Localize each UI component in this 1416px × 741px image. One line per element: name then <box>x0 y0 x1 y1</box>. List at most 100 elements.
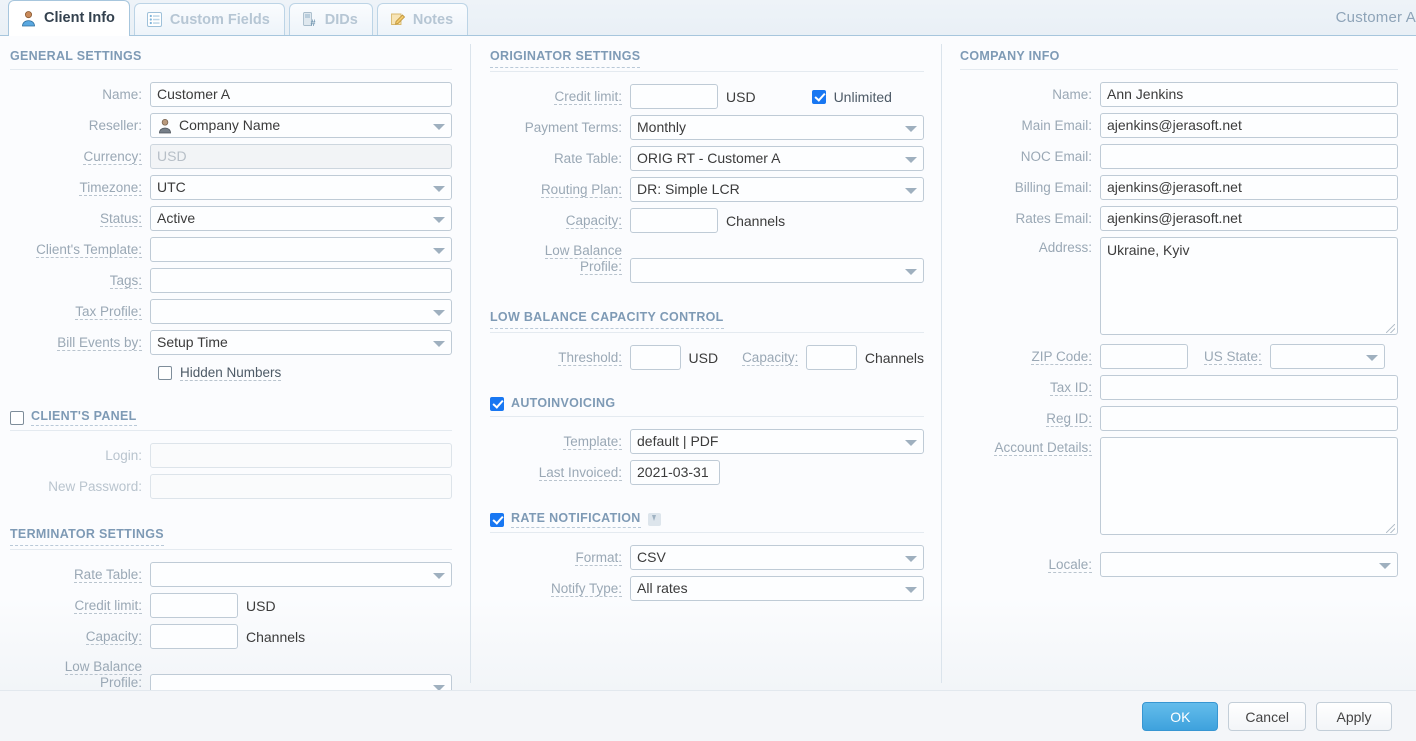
chevron-down-icon <box>433 123 445 130</box>
timezone-select[interactable]: UTC <box>150 175 452 200</box>
rate-notification-checkbox[interactable] <box>490 512 504 527</box>
payment-terms-select[interactable]: Monthly <box>630 115 924 140</box>
field-row-clients-template: Client's Template: <box>10 237 452 262</box>
label-new-password: New Password: <box>48 478 142 494</box>
label-last-invoiced: Last Invoiced: <box>538 464 622 481</box>
cancel-button[interactable]: Cancel <box>1228 702 1306 731</box>
chevron-down-icon <box>1365 354 1378 361</box>
tags-input[interactable] <box>150 268 452 293</box>
chevron-down-icon <box>1379 562 1391 569</box>
hidden-numbers-label: Hidden Numbers <box>180 365 282 381</box>
billing-email-input[interactable]: ajenkins@jerasoft.net <box>1100 175 1398 200</box>
rates-email-input[interactable]: ajenkins@jerasoft.net <box>1100 206 1398 231</box>
apply-button[interactable]: Apply <box>1316 702 1392 731</box>
orig-low-balance-profile-select[interactable] <box>630 258 924 283</box>
ok-button[interactable]: OK <box>1142 702 1219 731</box>
label-routing-plan: Routing Plan: <box>540 181 622 198</box>
section-general-settings: GENERAL SETTINGS <box>10 49 142 63</box>
tab-notes[interactable]: Notes <box>376 3 469 35</box>
section-low-balance-capacity-control: LOW BALANCE CAPACITY CONTROL <box>490 310 724 329</box>
dialog-footer: OK Cancel Apply <box>0 690 1416 741</box>
clients-panel-checkbox[interactable] <box>10 410 24 425</box>
locale-select[interactable] <box>1100 552 1398 577</box>
field-row-name: Name: Customer A <box>10 82 452 107</box>
label-orig-rate-table: Rate Table: <box>553 150 622 166</box>
hidden-numbers-checkbox[interactable] <box>158 366 172 380</box>
reseller-value: Company Name <box>179 117 281 133</box>
term-credit-limit-input[interactable] <box>150 593 238 618</box>
status-select[interactable]: Active <box>150 206 452 231</box>
new-password-input <box>150 474 452 499</box>
label-orig-low-balance-profile: Low Balance Profile: <box>544 243 622 275</box>
label-zip-code: ZIP Code: <box>1031 348 1092 365</box>
field-row-billing-email: Billing Email: ajenkins@jerasoft.net <box>960 175 1398 200</box>
reseller-avatar-icon <box>157 118 173 134</box>
routing-plan-value: DR: Simple LCR <box>637 181 740 197</box>
reg-id-input[interactable] <box>1100 406 1398 431</box>
unlimited-label: Unlimited <box>833 88 892 105</box>
chevron-down-icon <box>433 572 445 579</box>
field-row-status: Status: Active <box>10 206 452 231</box>
orig-capacity-unit: Channels <box>726 212 786 229</box>
routing-plan-select[interactable]: DR: Simple LCR <box>630 177 924 202</box>
field-row-bill-events-by: Bill Events by: Setup Time <box>10 330 452 355</box>
label-status: Status: <box>99 210 142 227</box>
threshold-input[interactable] <box>630 345 681 370</box>
company-name-input[interactable]: Ann Jenkins <box>1100 82 1398 107</box>
login-input <box>150 443 452 468</box>
reseller-select[interactable]: Company Name <box>150 113 452 138</box>
address-textarea[interactable]: Ukraine, Kyiv <box>1100 237 1398 335</box>
notify-type-value: All rates <box>637 580 688 596</box>
orig-capacity-input[interactable] <box>630 208 718 233</box>
field-row-format: Format: CSV <box>490 545 924 570</box>
notify-type-select[interactable]: All rates <box>630 576 924 601</box>
tab-client-info[interactable]: Client Info <box>8 0 130 36</box>
label-format: Format: <box>575 549 622 566</box>
noc-email-input[interactable] <box>1100 144 1398 169</box>
field-row-login: Login: <box>10 443 452 468</box>
term-capacity-input[interactable] <box>150 624 238 649</box>
chevron-down-icon <box>433 309 445 316</box>
orig-rate-table-select[interactable]: ORIG RT - Customer A <box>630 146 924 171</box>
label-notify-type: Notify Type: <box>550 580 622 597</box>
lbcc-capacity-input[interactable] <box>806 345 857 370</box>
label-tags: Tags: <box>109 272 142 289</box>
bill-events-by-select[interactable]: Setup Time <box>150 330 452 355</box>
section-rate-notification: RATE NOTIFICATION <box>511 511 641 528</box>
label-orig-credit-limit: Credit limit: <box>554 88 622 105</box>
unlimited-checkbox[interactable] <box>811 89 826 104</box>
last-invoiced-input[interactable]: 2021-03-31 <box>630 460 720 485</box>
template-select[interactable]: default | PDF <box>630 429 924 454</box>
term-rate-table-select[interactable] <box>150 562 452 587</box>
main-email-input[interactable]: ajenkins@jerasoft.net <box>1100 113 1398 138</box>
field-row-main-email: Main Email: ajenkins@jerasoft.net <box>960 113 1398 138</box>
label-company-name: Name: <box>1052 86 1092 102</box>
timezone-value: UTC <box>157 179 186 195</box>
orig-credit-limit-unit: USD <box>726 88 756 105</box>
column-general: GENERAL SETTINGS Name: Customer A Resell… <box>0 36 470 699</box>
label-us-state: US State: <box>1204 348 1262 365</box>
account-details-textarea[interactable] <box>1100 437 1398 535</box>
tab-dids[interactable]: # DIDs <box>288 3 373 35</box>
tax-id-input[interactable] <box>1100 375 1398 400</box>
tab-custom-fields[interactable]: Custom Fields <box>133 3 285 35</box>
download-icon[interactable] <box>647 513 661 526</box>
us-state-select[interactable] <box>1269 344 1385 369</box>
orig-credit-limit-input[interactable] <box>630 84 718 109</box>
format-select[interactable]: CSV <box>630 545 924 570</box>
field-row-address: Address: Ukraine, Kyiv <box>960 237 1398 335</box>
clients-template-select[interactable] <box>150 237 452 262</box>
bill-events-by-value: Setup Time <box>157 334 228 350</box>
tax-profile-select[interactable] <box>150 299 452 324</box>
zip-code-input[interactable] <box>1100 344 1188 369</box>
field-row-routing-plan: Routing Plan: DR: Simple LCR <box>490 177 924 202</box>
chevron-down-icon <box>433 216 445 223</box>
field-row-tags: Tags: <box>10 268 452 293</box>
name-input[interactable]: Customer A <box>150 82 452 107</box>
label-name: Name: <box>102 86 142 102</box>
svg-text:#: # <box>310 18 315 28</box>
orig-rate-table-value: ORIG RT - Customer A <box>637 150 781 166</box>
autoinvoicing-checkbox[interactable] <box>490 397 504 411</box>
field-row-rates-email: Rates Email: ajenkins@jerasoft.net <box>960 206 1398 231</box>
label-term-rate-table: Rate Table: <box>73 566 142 583</box>
